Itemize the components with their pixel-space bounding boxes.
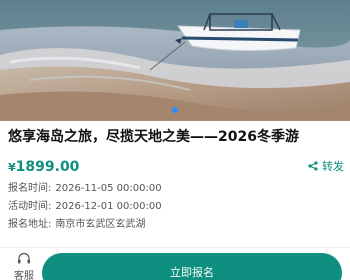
- price-value: 1899.00: [15, 159, 80, 175]
- signup-button[interactable]: 立即报名: [42, 253, 342, 280]
- event-title: 悠享海岛之旅，尽揽天地之美——2026冬季游: [8, 129, 299, 145]
- carousel-dot[interactable]: [172, 107, 178, 113]
- share-button[interactable]: 转发: [308, 158, 344, 174]
- detail-signup-time: 报名时间: 2026-11-05 00:00:00: [8, 182, 162, 196]
- bottom-action-bar: 客服 立即报名: [0, 247, 350, 280]
- share-icon: [308, 161, 318, 171]
- customer-service-button[interactable]: 客服: [10, 252, 38, 280]
- detail-value: 南京市玄武区玄武湖: [55, 219, 146, 230]
- detail-value: 2026-12-01 00:00:00: [55, 201, 162, 212]
- detail-label: 活动时间:: [8, 201, 52, 212]
- detail-value: 2026-11-05 00:00:00: [55, 183, 162, 194]
- carousel-indicator: [0, 107, 350, 113]
- price-row: ¥1899.00 转发: [8, 156, 344, 176]
- detail-address: 报名地址: 南京市玄武区玄武湖: [8, 218, 145, 232]
- price-symbol: ¥: [8, 161, 16, 174]
- share-label: 转发: [322, 160, 344, 173]
- headset-icon: [18, 252, 30, 264]
- detail-label: 报名时间:: [8, 183, 52, 194]
- detail-event-time: 活动时间: 2026-12-01 00:00:00: [8, 200, 162, 214]
- detail-label: 报名地址:: [8, 219, 52, 230]
- price: ¥1899.00: [8, 156, 79, 175]
- customer-service-label: 客服: [14, 271, 34, 280]
- banner-image: [0, 0, 350, 121]
- banner-carousel[interactable]: [0, 0, 350, 121]
